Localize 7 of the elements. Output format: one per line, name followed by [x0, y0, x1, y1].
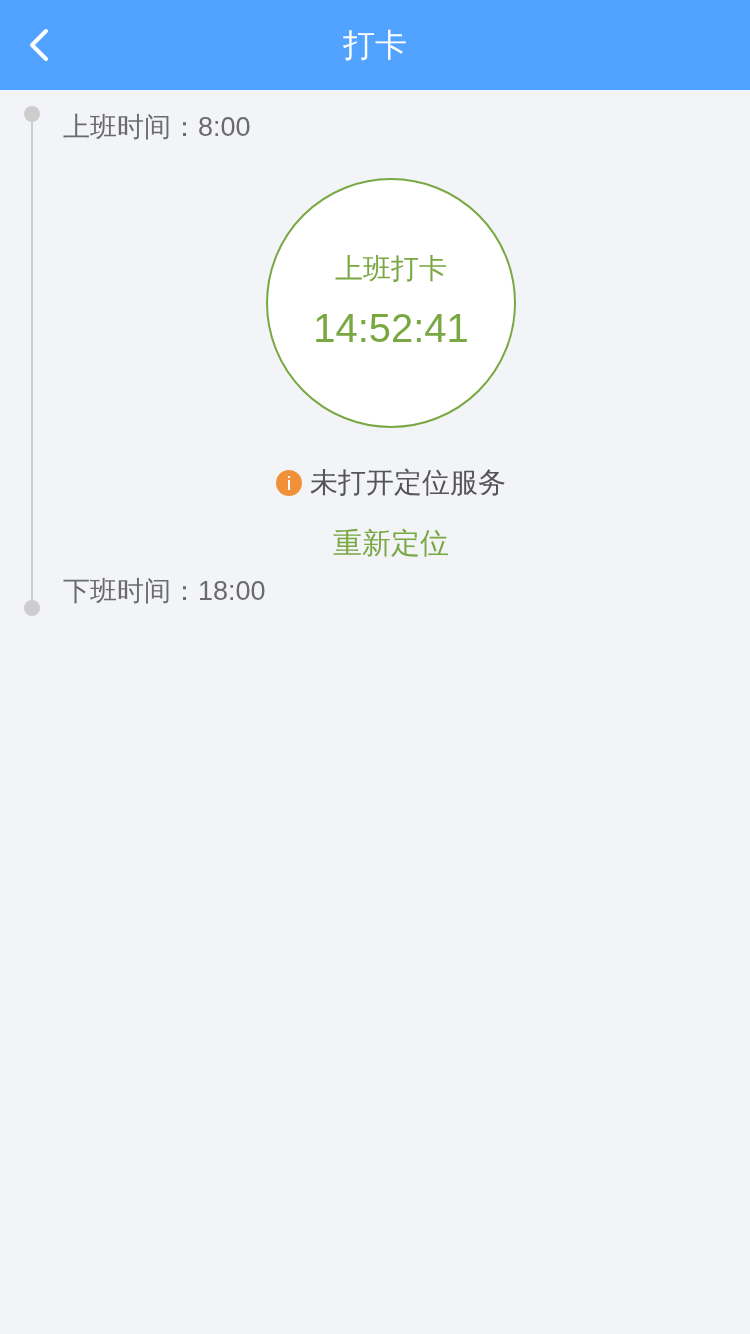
info-icon	[276, 470, 302, 496]
page-title: 打卡	[343, 26, 407, 65]
punch-button[interactable]: 上班打卡 14:52:41	[266, 178, 516, 428]
location-warning: 未打开定位服务	[310, 466, 506, 500]
shift-time: 上班时间：8:00	[63, 111, 252, 144]
relocate-link[interactable]: 重新定位	[333, 522, 449, 566]
shift-time: 下班时间：18:00	[63, 574, 267, 608]
